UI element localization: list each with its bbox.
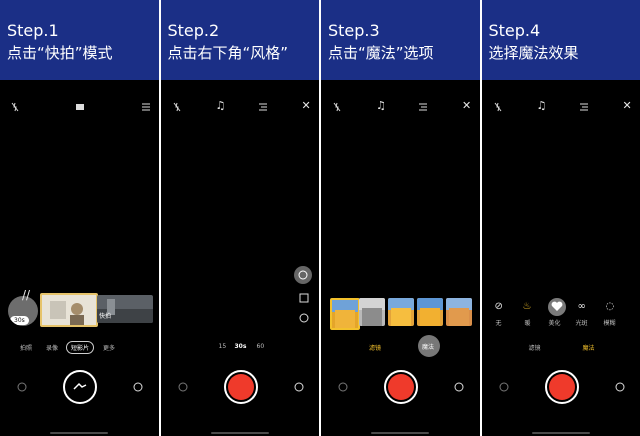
home-indicator (210, 432, 269, 434)
effect-beautify[interactable]: 美化 (549, 318, 561, 327)
flash-off-icon[interactable] (493, 102, 503, 115)
filter-thumb-4[interactable] (417, 298, 443, 326)
tab-filter[interactable]: 滤镜 (369, 343, 381, 352)
mode-short-video[interactable]: 短影片 (66, 341, 95, 354)
switch-camera-icon[interactable] (132, 381, 144, 396)
effect-warm[interactable]: 暖 (525, 318, 531, 327)
step1-header: Step.1 点击“快拍”模式 (0, 0, 159, 80)
effect-bokeh[interactable]: 光斑 (576, 318, 588, 327)
close-icon[interactable]: ✕ (302, 100, 311, 111)
step2-header: Step.2 点击右下角“风格” (160, 0, 319, 80)
mode-more[interactable]: 更多 (103, 343, 115, 352)
style-thumb-2[interactable]: 快拍 (97, 295, 153, 323)
music-icon[interactable]: ♫ (376, 100, 386, 111)
style-button[interactable] (293, 266, 312, 284)
tab-magic-label: 魔法 (422, 344, 435, 351)
tab-magic[interactable]: 魔法 (418, 335, 440, 357)
home-indicator (531, 432, 590, 434)
close-icon[interactable]: ✕ (462, 100, 471, 111)
beauty-icon[interactable] (299, 313, 309, 326)
filter-thumb-3[interactable] (388, 298, 414, 326)
step1-desc: 点击“快拍”模式 (7, 44, 113, 62)
gallery-icon[interactable] (16, 381, 28, 396)
slash-icon: // (22, 288, 31, 302)
step2-panel: Step.2 点击右下角“风格” ♫ ✕ 15 30s 60 (160, 0, 319, 436)
effect-none[interactable]: 无 (496, 318, 502, 327)
step3-panel: Step.3 点击“魔法”选项 ♫ ✕ 滤镜 魔法 (321, 0, 480, 436)
shutter-button[interactable] (63, 370, 97, 404)
duration-15[interactable]: 15 (219, 343, 227, 350)
tab-filter[interactable]: 滤镜 (529, 343, 541, 352)
flash-off-icon[interactable] (172, 102, 182, 115)
step2-desc: 点击右下角“风格” (167, 44, 289, 62)
blur-icon[interactable]: ◌ (606, 302, 615, 312)
close-icon[interactable]: ✕ (623, 100, 632, 111)
step2-label: Step.2 (167, 21, 220, 40)
record-button[interactable] (223, 370, 258, 404)
mode-photo[interactable]: 拍照 (20, 343, 32, 352)
settings-list-icon[interactable] (258, 102, 268, 115)
settings-list-icon[interactable] (579, 102, 589, 115)
bokeh-icon[interactable]: ∞ (578, 302, 586, 312)
thumb-caption: 快拍 (99, 313, 112, 320)
music-icon[interactable]: ♫ (537, 100, 547, 111)
switch-camera-icon[interactable] (614, 381, 626, 396)
gallery-icon[interactable] (498, 381, 510, 396)
no-effect-icon[interactable]: ⊘ (495, 302, 503, 312)
step4-label: Step.4 (488, 21, 541, 40)
selected-style-thumb[interactable] (40, 293, 98, 327)
flash-off-icon[interactable] (10, 102, 20, 115)
duration-60[interactable]: 60 (257, 343, 265, 350)
switch-camera-icon[interactable] (293, 381, 305, 396)
home-indicator (50, 432, 108, 434)
gallery-icon[interactable] (177, 381, 189, 396)
filter-thumb-1[interactable] (330, 298, 360, 330)
step1-panel: Step.1 点击“快拍”模式 30s // 快拍 拍照 录像 短影片 更多 (0, 0, 159, 436)
duration-30[interactable]: 30s (235, 343, 247, 350)
music-icon[interactable]: ♫ (216, 100, 226, 111)
home-indicator (371, 432, 429, 434)
timer-icon[interactable] (299, 293, 309, 306)
settings-list-icon[interactable] (418, 102, 428, 115)
record-button[interactable] (544, 370, 579, 404)
record-button[interactable] (384, 370, 418, 404)
heart-effect-selected[interactable] (547, 298, 566, 316)
effect-blur[interactable]: 模糊 (604, 318, 616, 327)
gallery-icon[interactable] (337, 381, 349, 396)
warm-icon[interactable]: ♨ (523, 302, 532, 312)
step4-header: Step.4 选择魔法效果 (481, 0, 640, 80)
memo-icon[interactable] (75, 102, 85, 115)
flash-off-icon[interactable] (332, 102, 342, 115)
step3-header: Step.3 点击“魔法”选项 (321, 0, 480, 80)
mode-video[interactable]: 录像 (46, 343, 58, 352)
filter-thumb-5[interactable] (446, 298, 472, 326)
step3-label: Step.3 (328, 21, 380, 40)
step4-panel: Step.4 选择魔法效果 ♫ ✕ ⊘ 无 ♨ 暖 美化 ∞ 光斑 ◌ 模糊 滤… (481, 0, 640, 436)
thumb-badge: 30s (10, 316, 29, 325)
tab-magic[interactable]: 魔法 (583, 343, 595, 352)
filter-thumb-2[interactable] (359, 298, 385, 326)
step1-label: Step.1 (7, 21, 59, 40)
switch-camera-icon[interactable] (453, 381, 465, 396)
step3-desc: 点击“魔法”选项 (328, 44, 434, 62)
menu-icon[interactable] (141, 102, 151, 115)
step4-desc: 选择魔法效果 (488, 44, 579, 62)
